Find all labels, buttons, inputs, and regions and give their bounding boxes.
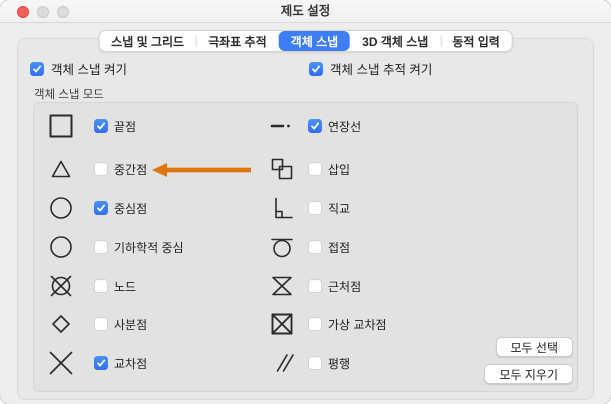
tab-3d-object-snap[interactable]: 3D 객체 스냅 bbox=[350, 31, 440, 51]
nearest-label[interactable]: 근처점 bbox=[328, 278, 361, 295]
osnap-row-geometric-center: 기하학적 중심 bbox=[47, 233, 184, 261]
window-title: 제도 설정 bbox=[280, 4, 331, 18]
object-snap-tracking-on-toggle: 객체 스냅 추적 켜기 bbox=[309, 59, 432, 78]
apparent-intersection-icon bbox=[268, 310, 296, 338]
center-icon bbox=[47, 194, 75, 222]
osnap-row-endpoint: 끝점 bbox=[47, 112, 136, 140]
parallel-label[interactable]: 평행 bbox=[328, 355, 350, 372]
center-label[interactable]: 중심점 bbox=[114, 200, 147, 217]
midpoint-checkbox[interactable] bbox=[94, 162, 108, 176]
object-snap-tracking-on-label[interactable]: 객체 스냅 추적 켜기 bbox=[330, 59, 432, 78]
center-checkbox[interactable] bbox=[94, 201, 108, 215]
quadrant-checkbox[interactable] bbox=[94, 317, 108, 331]
nearest-checkbox[interactable] bbox=[308, 279, 322, 293]
object-snap-on-label[interactable]: 객체 스냅 켜기 bbox=[51, 59, 127, 78]
title-bar: 제도 설정 bbox=[0, 0, 611, 23]
quadrant-label[interactable]: 사분점 bbox=[114, 316, 147, 333]
osnap-row-parallel: 평행 bbox=[268, 349, 350, 377]
tab-snap-grid[interactable]: 스냅 및 그리드 bbox=[99, 31, 196, 51]
tangent-label[interactable]: 접점 bbox=[328, 239, 350, 256]
osnap-row-tangent: 접점 bbox=[268, 233, 350, 261]
parallel-icon bbox=[268, 349, 296, 377]
extension-label[interactable]: 연장선 bbox=[328, 118, 361, 135]
extension-icon bbox=[268, 112, 296, 140]
annotation-arrow-icon bbox=[152, 163, 251, 177]
osnap-row-midpoint: 중간점 bbox=[47, 155, 147, 183]
osnap-row-intersection: 교차점 bbox=[47, 349, 147, 377]
apparent-intersection-checkbox[interactable] bbox=[308, 317, 322, 331]
minimize-button[interactable] bbox=[37, 6, 49, 18]
endpoint-icon bbox=[47, 112, 75, 140]
parallel-checkbox[interactable] bbox=[308, 356, 322, 370]
insertion-icon bbox=[268, 155, 296, 183]
object-snap-modes-label: 객체 스냅 모드 bbox=[34, 89, 104, 101]
node-icon bbox=[47, 272, 75, 300]
osnap-row-extension: 연장선 bbox=[268, 112, 361, 140]
insertion-checkbox[interactable] bbox=[308, 162, 322, 176]
close-button[interactable] bbox=[17, 6, 29, 18]
node-checkbox[interactable] bbox=[94, 279, 108, 293]
osnap-row-insertion: 삽입 bbox=[268, 155, 350, 183]
traffic-lights bbox=[17, 6, 69, 18]
extension-checkbox[interactable] bbox=[308, 119, 322, 133]
endpoint-label[interactable]: 끝점 bbox=[114, 118, 136, 135]
intersection-checkbox[interactable] bbox=[94, 356, 108, 370]
tab-polar-tracking[interactable]: 극좌표 추적 bbox=[196, 31, 279, 51]
osnap-row-apparent-intersection: 가상 교차점 bbox=[268, 310, 387, 338]
node-label[interactable]: 노드 bbox=[114, 278, 136, 295]
insertion-label[interactable]: 삽입 bbox=[328, 161, 350, 178]
intersection-label[interactable]: 교차점 bbox=[114, 355, 147, 372]
perpendicular-label[interactable]: 직교 bbox=[328, 200, 350, 217]
object-snap-tracking-on-checkbox[interactable] bbox=[309, 61, 323, 76]
perpendicular-checkbox[interactable] bbox=[308, 201, 322, 215]
apparent-intersection-label[interactable]: 가상 교차점 bbox=[328, 316, 387, 333]
osnap-row-perpendicular: 직교 bbox=[268, 194, 350, 222]
tangent-checkbox[interactable] bbox=[308, 240, 322, 254]
tab-object-snap[interactable]: 객체 스냅 bbox=[278, 31, 351, 51]
arrow-shape bbox=[152, 163, 251, 177]
osnap-row-quadrant: 사분점 bbox=[47, 310, 147, 338]
tab-bar: 스냅 및 그리드 극좌표 추적 객체 스냅 3D 객체 스냅 동적 입력 bbox=[98, 30, 513, 52]
osnap-row-nearest: 근처점 bbox=[268, 272, 361, 300]
perpendicular-icon bbox=[268, 194, 296, 222]
zoom-button[interactable] bbox=[57, 6, 69, 18]
midpoint-icon bbox=[47, 155, 75, 183]
quadrant-icon bbox=[47, 310, 75, 338]
geometric-center-icon bbox=[47, 233, 75, 261]
midpoint-label[interactable]: 중간점 bbox=[114, 161, 147, 178]
geometric-center-checkbox[interactable] bbox=[94, 240, 108, 254]
object-snap-on-checkbox[interactable] bbox=[30, 61, 44, 76]
geometric-center-label[interactable]: 기하학적 중심 bbox=[114, 239, 184, 256]
tab-dynamic-input[interactable]: 동적 입력 bbox=[440, 31, 512, 51]
clear-all-button[interactable]: 모두 지우기 bbox=[484, 364, 573, 384]
osnap-row-center: 중심점 bbox=[47, 194, 147, 222]
drafting-settings-window: 제도 설정 스냅 및 그리드 극좌표 추적 객체 스냅 3D 객체 스냅 동적 … bbox=[0, 0, 611, 404]
intersection-icon bbox=[47, 349, 75, 377]
tangent-icon bbox=[268, 233, 296, 261]
object-snap-on-toggle: 객체 스냅 켜기 bbox=[30, 59, 127, 78]
osnap-row-node: 노드 bbox=[47, 272, 136, 300]
select-all-button[interactable]: 모두 선택 bbox=[495, 337, 573, 357]
nearest-icon bbox=[268, 272, 296, 300]
endpoint-checkbox[interactable] bbox=[94, 119, 108, 133]
